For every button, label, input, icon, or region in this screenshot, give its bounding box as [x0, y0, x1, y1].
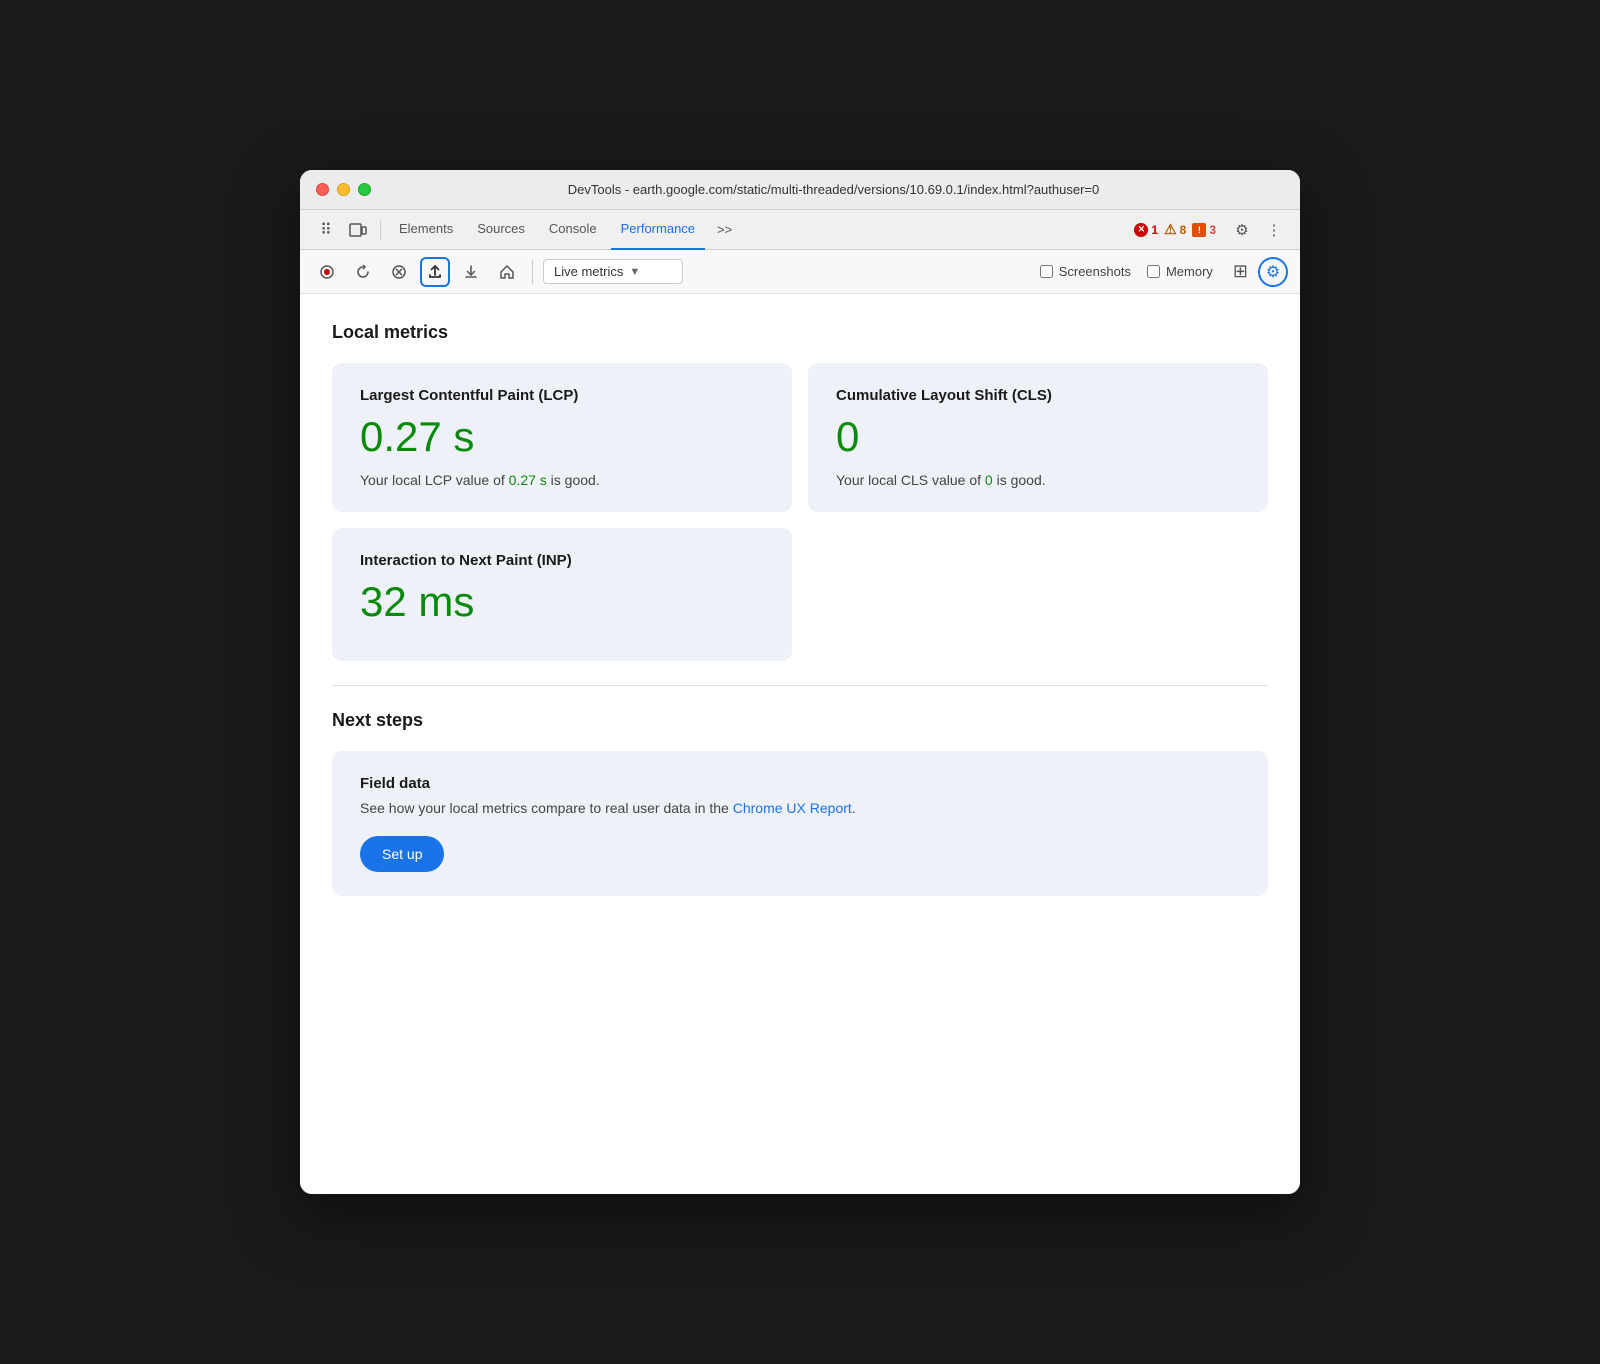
cls-value: 0 [836, 416, 1240, 458]
next-steps-title: Next steps [332, 710, 1268, 731]
lcp-card: Largest Contentful Paint (LCP) 0.27 s Yo… [332, 363, 792, 512]
dropdown-chevron-icon: ▼ [629, 266, 640, 278]
inp-value: 32 ms [360, 581, 764, 623]
inp-card: Interaction to Next Paint (INP) 32 ms [332, 528, 792, 661]
field-data-desc-prefix: See how your local metrics compare to re… [360, 800, 733, 816]
cls-title: Cumulative Layout Shift (CLS) [836, 387, 1240, 404]
error-badges: ✕ 1 ⚠ 8 ! 3 [1134, 221, 1216, 238]
error-badge: ✕ 1 [1134, 223, 1158, 237]
minimize-button[interactable] [337, 183, 350, 196]
tab-divider-1 [380, 220, 381, 240]
field-data-title: Field data [360, 775, 1240, 792]
cls-desc-value: 0 [985, 472, 993, 488]
devtools-tabs-bar: ⠿ Elements Sources Console Performance >… [300, 210, 1300, 250]
selector-tool-icon[interactable]: ⠿ [312, 216, 340, 244]
download-button[interactable] [456, 257, 486, 287]
more-options-icon[interactable]: ⋮ [1260, 216, 1288, 244]
memory-extra-icon: ⊞ [1233, 261, 1248, 282]
memory-checkbox-label[interactable]: Memory [1147, 264, 1213, 279]
screenshots-checkbox[interactable] [1040, 265, 1053, 278]
tab-elements[interactable]: Elements [389, 210, 463, 250]
info-icon: ! [1192, 223, 1206, 237]
tab-sources[interactable]: Sources [467, 210, 535, 250]
lcp-desc-prefix: Your local LCP value of [360, 472, 509, 488]
field-data-desc-suffix: . [852, 800, 856, 816]
lcp-desc-value: 0.27 s [509, 472, 547, 488]
tab-performance[interactable]: Performance [611, 210, 705, 250]
lcp-value: 0.27 s [360, 416, 764, 458]
toolbar-icons: ⚙ ⋮ [1228, 216, 1288, 244]
home-button[interactable] [492, 257, 522, 287]
lcp-description: Your local LCP value of 0.27 s is good. [360, 472, 764, 488]
settings-icon[interactable]: ⚙ [1228, 216, 1256, 244]
memory-checkbox[interactable] [1147, 265, 1160, 278]
toolbar-divider [532, 260, 533, 284]
chrome-ux-report-link[interactable]: Chrome UX Report [733, 800, 852, 816]
traffic-lights [316, 183, 371, 196]
live-metrics-dropdown[interactable]: Live metrics ▼ [543, 259, 683, 284]
device-toggle-icon[interactable] [344, 216, 372, 244]
screenshots-label: Screenshots [1059, 264, 1131, 279]
clear-button[interactable] [384, 257, 414, 287]
more-tabs-button[interactable]: >> [709, 218, 740, 241]
cls-description: Your local CLS value of 0 is good. [836, 472, 1240, 488]
devtools-content: Local metrics Largest Contentful Paint (… [300, 294, 1300, 1194]
lcp-desc-suffix: is good. [547, 472, 600, 488]
info-badge: ! 3 [1192, 223, 1216, 237]
close-button[interactable] [316, 183, 329, 196]
url-bar: DevTools - earth.google.com/static/multi… [383, 182, 1284, 197]
record-button[interactable] [312, 257, 342, 287]
error-icon: ✕ [1134, 223, 1148, 237]
upload-button[interactable] [420, 257, 450, 287]
tab-console[interactable]: Console [539, 210, 607, 250]
field-data-card: Field data See how your local metrics co… [332, 751, 1268, 896]
setup-button[interactable]: Set up [360, 836, 444, 872]
perf-settings-button[interactable]: ⚙ [1258, 257, 1288, 287]
cls-card: Cumulative Layout Shift (CLS) 0 Your loc… [808, 363, 1268, 512]
warning-badge: ⚠ 8 [1164, 221, 1186, 238]
perf-toolbar: Live metrics ▼ Screenshots Memory ⊞ ⚙ [300, 250, 1300, 294]
lcp-title: Largest Contentful Paint (LCP) [360, 387, 764, 404]
checkbox-group: Screenshots Memory ⊞ [1040, 261, 1252, 282]
screenshots-checkbox-label[interactable]: Screenshots [1040, 264, 1131, 279]
inp-title: Interaction to Next Paint (INP) [360, 552, 764, 569]
maximize-button[interactable] [358, 183, 371, 196]
browser-window: DevTools - earth.google.com/static/multi… [300, 170, 1300, 1194]
section-divider [332, 685, 1268, 686]
memory-label: Memory [1166, 264, 1213, 279]
title-bar: DevTools - earth.google.com/static/multi… [300, 170, 1300, 210]
metrics-grid: Largest Contentful Paint (LCP) 0.27 s Yo… [332, 363, 1268, 661]
field-data-description: See how your local metrics compare to re… [360, 800, 1240, 816]
cls-desc-suffix: is good. [993, 472, 1046, 488]
reload-record-button[interactable] [348, 257, 378, 287]
live-metrics-label: Live metrics [554, 264, 623, 279]
cls-desc-prefix: Your local CLS value of [836, 472, 985, 488]
local-metrics-title: Local metrics [332, 322, 1268, 343]
